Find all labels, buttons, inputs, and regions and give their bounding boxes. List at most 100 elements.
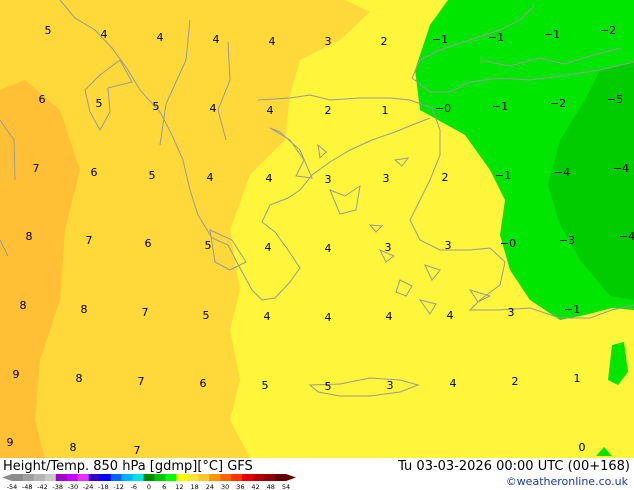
temp-label: 3 xyxy=(387,379,394,392)
temp-label: 3 xyxy=(383,172,390,185)
temp-label: 7 xyxy=(142,306,149,319)
scale-tick-label: 48 xyxy=(267,483,275,490)
temp-label: 4 xyxy=(265,241,272,254)
scale-tick-label: 30 xyxy=(221,483,229,490)
temp-label: −0 xyxy=(435,102,451,115)
scale-swatch xyxy=(242,474,254,481)
scale-tick-label: 6 xyxy=(162,483,166,490)
color-scale: -54 -48 -42 -38 -30 -24 -18 -12 -6 0 6 12 18 24 30 36 42… xyxy=(2,474,296,490)
scale-swatch xyxy=(99,474,112,481)
temp-label: 1 xyxy=(382,104,389,117)
scale-swatch xyxy=(264,474,276,481)
scale-tick-label: 42 xyxy=(251,483,259,490)
temp-label: 5 xyxy=(203,309,210,322)
temp-label: 4 xyxy=(269,35,276,48)
temp-label: −2 xyxy=(550,97,566,110)
temp-label: 4 xyxy=(447,309,454,322)
scale-swatch xyxy=(88,474,101,481)
temp-label: 7 xyxy=(33,162,40,175)
temp-label: 4 xyxy=(210,102,217,115)
temp-label: 4 xyxy=(207,171,214,184)
temp-label: 5 xyxy=(205,239,212,252)
scale-swatch xyxy=(220,474,232,481)
temp-label: 2 xyxy=(325,104,332,117)
scale-tick-label: 24 xyxy=(206,483,214,490)
scale-tick-label: 36 xyxy=(236,483,244,490)
scale-tick-label: -42 xyxy=(37,483,48,490)
credit-link[interactable]: ©weatheronline.co.uk xyxy=(506,475,628,488)
temp-label: 4 xyxy=(266,172,273,185)
scale-swatch xyxy=(154,474,166,481)
scale-swatch xyxy=(44,474,57,481)
scale-tick-label: -12 xyxy=(113,483,124,490)
temp-label: 5 xyxy=(45,24,52,37)
scale-tick-label: 18 xyxy=(191,483,199,490)
temp-label: 1 xyxy=(574,372,581,385)
temp-label: 6 xyxy=(91,166,98,179)
temp-label: 6 xyxy=(200,377,207,390)
temperature-map: 5 4 4 4 4 3 2 −1 −1 −1 −2 6 5 5 4 4 2 1 −0 −1 −2 −5 7 6 5 4 4 3 3 2 −1… xyxy=(0,0,634,458)
scale-swatch xyxy=(12,474,24,481)
temp-label: 3 xyxy=(445,239,452,252)
scale-tick-label: -18 xyxy=(98,483,109,490)
temp-label: 4 xyxy=(157,31,164,44)
scale-swatch xyxy=(22,474,35,481)
temp-label: 5 xyxy=(325,380,332,393)
temp-label: −1 xyxy=(492,100,508,113)
temp-label: 4 xyxy=(267,104,274,117)
map-canvas: 5 4 4 4 4 3 2 −1 −1 −1 −2 6 5 5 4 4 2 1 −0 −1 −2 −5 7 6 5 4 4 3 3 2 −1… xyxy=(0,0,634,458)
temp-label: −4 xyxy=(554,166,570,179)
scale-tick-label: -24 xyxy=(83,483,94,490)
scale-arrow-left xyxy=(2,474,12,481)
temp-label: 2 xyxy=(381,35,388,48)
scale-tick-label: -6 xyxy=(131,483,137,490)
temp-label: 8 xyxy=(70,441,77,454)
temp-label: 5 xyxy=(153,100,160,113)
scale-swatch xyxy=(275,474,287,481)
scale-swatch xyxy=(66,474,79,481)
scale-tick-label: 12 xyxy=(175,483,183,490)
temp-label: 0 xyxy=(579,441,586,454)
scale-tick-label: 54 xyxy=(282,483,290,490)
temp-label: −5 xyxy=(607,93,623,106)
scale-swatch xyxy=(121,474,134,481)
scale-tick-label: 0 xyxy=(147,483,151,490)
color-scale-ticks: -54 -48 -42 -38 -30 -24 -18 -12 -6 0 6 12 18 24 30 36 42… xyxy=(7,483,290,490)
temp-label: 7 xyxy=(134,444,141,457)
scale-tick-label: -48 xyxy=(22,483,33,490)
temp-label: −4 xyxy=(619,230,634,243)
temp-label: 8 xyxy=(20,299,27,312)
temp-label: 4 xyxy=(450,377,457,390)
scale-swatch xyxy=(132,474,145,481)
temp-label: 8 xyxy=(26,230,33,243)
temp-label: 3 xyxy=(508,306,515,319)
color-scale-swatches xyxy=(2,474,296,481)
scale-swatch xyxy=(253,474,265,481)
temp-label: 5 xyxy=(149,169,156,182)
scale-swatch xyxy=(110,474,123,481)
temp-label: 2 xyxy=(512,375,519,388)
scale-swatch xyxy=(176,474,188,481)
temp-label: −2 xyxy=(600,24,616,37)
temp-label: 4 xyxy=(213,33,220,46)
temp-label: 2 xyxy=(442,171,449,184)
temp-label: 6 xyxy=(145,237,152,250)
scale-swatch xyxy=(33,474,46,481)
temp-label: 3 xyxy=(385,241,392,254)
temp-label: −0 xyxy=(500,237,516,250)
temp-label: −1 xyxy=(432,33,448,46)
scale-swatch xyxy=(187,474,199,481)
temp-label: 6 xyxy=(39,93,46,106)
scale-swatch xyxy=(209,474,221,481)
temp-label: −1 xyxy=(495,169,511,182)
temp-label: 8 xyxy=(76,372,83,385)
temp-label: 4 xyxy=(264,310,271,323)
temp-label: 7 xyxy=(138,375,145,388)
scale-swatch xyxy=(77,474,90,481)
temp-label: 4 xyxy=(325,311,332,324)
temp-label: −1 xyxy=(488,31,504,44)
temp-label: 3 xyxy=(325,35,332,48)
scale-swatch xyxy=(165,474,177,481)
valid-time: Tu 03-03-2026 00:00 UTC (00+168) xyxy=(398,459,630,474)
temp-label: 4 xyxy=(325,242,332,255)
